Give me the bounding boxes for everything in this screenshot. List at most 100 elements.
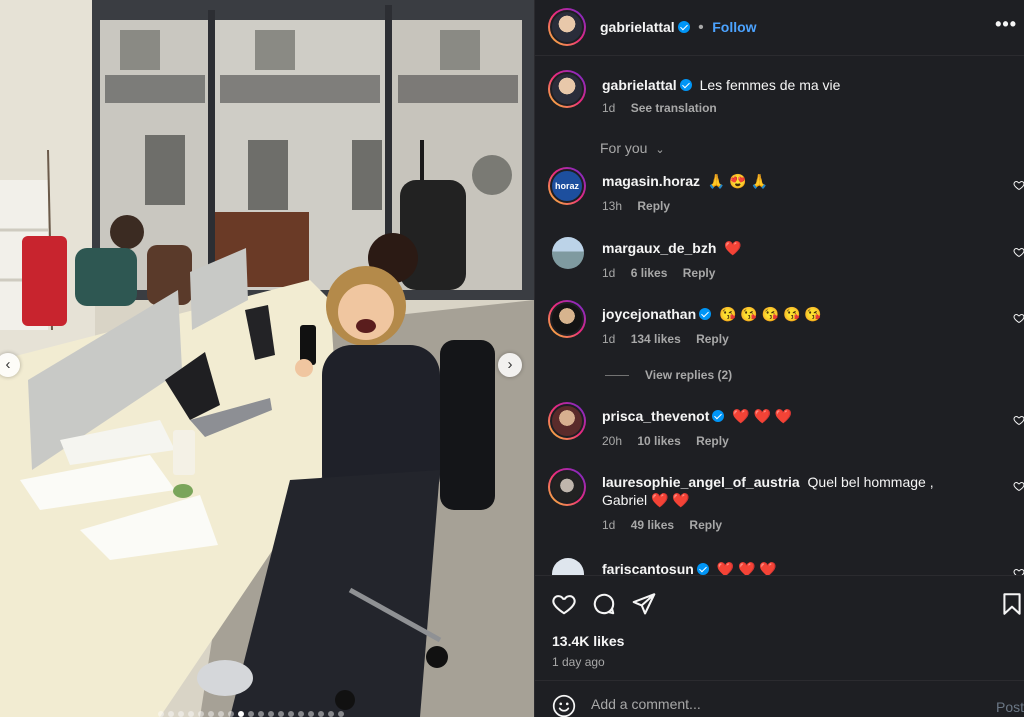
share-paper-plane-icon[interactable] xyxy=(631,591,657,617)
follow-button[interactable]: Follow xyxy=(712,19,756,35)
comment-meta: 1d 134 likes Reply xyxy=(602,332,741,346)
commenter-avatar[interactable] xyxy=(548,402,586,440)
separator-dot: • xyxy=(698,19,704,36)
caption-meta: 1d See translation xyxy=(602,101,729,115)
reply-button[interactable]: Reply xyxy=(683,266,716,280)
comment-username[interactable]: joycejonathan xyxy=(602,306,696,322)
like-comment-heart-icon[interactable] xyxy=(1013,567,1024,575)
comment-text: prisca_thevenot ❤️ ❤️ ❤️ xyxy=(602,407,982,425)
reply-button[interactable]: Reply xyxy=(689,518,722,532)
like-comment-heart-icon[interactable] xyxy=(1013,414,1024,426)
comment-text: lauresophie_angel_of_austria Quel bel ho… xyxy=(602,473,972,509)
comment-likes[interactable]: 10 likes xyxy=(637,434,680,448)
post-header: gabrielattal • Follow ••• xyxy=(535,0,1024,56)
comment-body: ❤️ xyxy=(724,240,742,256)
comment-username[interactable]: lauresophie_angel_of_austria xyxy=(602,474,800,490)
comment-username[interactable]: margaux_de_bzh xyxy=(602,240,716,256)
commenter-avatar[interactable] xyxy=(552,558,584,575)
comment-time: 20h xyxy=(602,434,623,448)
comment-input[interactable] xyxy=(591,696,961,712)
comment-meta: 1d 49 likes Reply xyxy=(602,518,734,532)
carousel-dot xyxy=(328,711,334,717)
emoji-picker-icon[interactable] xyxy=(551,693,577,717)
carousel-dot xyxy=(338,711,344,717)
commenter-avatar[interactable] xyxy=(548,300,586,338)
caption-body: Les femmes de ma vie xyxy=(699,77,841,93)
chevron-down-icon: ⌄ xyxy=(655,144,665,156)
carousel-dot xyxy=(298,711,304,717)
carousel-dot xyxy=(258,711,264,717)
comment-text: magasin.horaz 🙏 😍 🙏 xyxy=(602,172,982,190)
post-actions: 13.4K likes 1 day ago xyxy=(535,575,1024,680)
comment-time: 1d xyxy=(602,518,616,532)
comment-sort-dropdown[interactable]: For you ⌄ xyxy=(600,140,665,156)
commenter-avatar[interactable] xyxy=(548,468,586,506)
carousel-dot xyxy=(198,711,204,717)
carousel-dot xyxy=(318,711,324,717)
reply-button[interactable]: Reply xyxy=(696,434,729,448)
commenter-avatar[interactable] xyxy=(552,237,584,269)
carousel-dot-active xyxy=(238,711,244,717)
like-comment-heart-icon[interactable] xyxy=(1013,312,1024,324)
comment-body: 🙏 😍 🙏 xyxy=(707,173,768,189)
verified-badge-icon xyxy=(677,21,690,33)
comment-time: 13h xyxy=(602,199,623,213)
like-comment-heart-icon[interactable] xyxy=(1013,480,1024,492)
carousel-dot xyxy=(228,711,234,717)
comment-body: ❤️ ❤️ ❤️ xyxy=(732,408,793,424)
see-translation-link[interactable]: See translation xyxy=(631,101,717,115)
post-comment-button[interactable]: Post xyxy=(996,699,1024,715)
carousel-dot xyxy=(188,711,194,717)
comment-username[interactable]: prisca_thevenot xyxy=(602,408,709,424)
comment-time: 1d xyxy=(602,266,616,280)
likes-count[interactable]: 13.4K likes xyxy=(552,633,624,649)
carousel-dot xyxy=(218,711,224,717)
like-heart-icon[interactable] xyxy=(551,591,577,617)
reply-button[interactable]: Reply xyxy=(637,199,670,213)
save-bookmark-icon[interactable] xyxy=(999,591,1024,617)
comment-username[interactable]: magasin.horaz xyxy=(602,173,700,189)
comment-text: margaux_de_bzh ❤️ xyxy=(602,239,982,257)
post-panel: gabrielattal • Follow ••• gabrielattal L… xyxy=(534,0,1024,717)
more-options-icon[interactable]: ••• xyxy=(995,14,1017,35)
comments-list: gabrielattal Les femmes de ma vie 1d See… xyxy=(535,57,1024,575)
carousel-dot xyxy=(208,711,214,717)
comment-likes[interactable]: 134 likes xyxy=(631,332,681,346)
carousel-dot xyxy=(158,711,164,717)
caption-text: gabrielattal Les femmes de ma vie xyxy=(602,76,982,94)
carousel-dots xyxy=(158,711,344,717)
caption-username[interactable]: gabrielattal xyxy=(602,77,677,93)
carousel-next-button[interactable]: › xyxy=(498,353,522,377)
comment-meta: 1d 6 likes Reply xyxy=(602,266,727,280)
author-avatar[interactable] xyxy=(548,8,586,46)
carousel-dot xyxy=(268,711,274,717)
post-photo: ‹ › xyxy=(0,0,534,717)
author-username[interactable]: gabrielattal xyxy=(600,19,675,35)
comment-bubble-icon[interactable] xyxy=(591,591,617,617)
comment-text: joycejonathan 😘 😘 😘 😘 😘 xyxy=(602,305,982,323)
commenter-avatar[interactable]: horaz xyxy=(548,167,586,205)
comment-likes[interactable]: 6 likes xyxy=(631,266,668,280)
carousel-dot xyxy=(288,711,294,717)
verified-badge-icon xyxy=(679,79,692,91)
like-comment-heart-icon[interactable] xyxy=(1013,246,1024,258)
verified-badge-icon xyxy=(699,308,712,320)
carousel-dot xyxy=(168,711,174,717)
comment-username[interactable]: fariscantosun xyxy=(602,561,694,575)
comment-body: 😘 😘 😘 😘 😘 xyxy=(719,306,822,322)
comment-meta: 13h Reply xyxy=(602,199,682,213)
caption-time: 1d xyxy=(602,101,616,115)
reply-button[interactable]: Reply xyxy=(696,332,729,346)
office-photo xyxy=(0,0,534,717)
comment-body: ❤️ ❤️ ❤️ xyxy=(716,561,777,575)
verified-badge-icon xyxy=(712,410,725,422)
author-avatar[interactable] xyxy=(548,70,586,108)
post-date: 1 day ago xyxy=(552,655,605,669)
like-comment-heart-icon[interactable] xyxy=(1013,179,1024,191)
view-replies-button[interactable]: View replies (2) xyxy=(605,368,732,382)
comment-likes[interactable]: 49 likes xyxy=(631,518,674,532)
carousel-dot xyxy=(178,711,184,717)
carousel-dot xyxy=(278,711,284,717)
comment-meta: 20h 10 likes Reply xyxy=(602,434,741,448)
carousel-dot xyxy=(308,711,314,717)
